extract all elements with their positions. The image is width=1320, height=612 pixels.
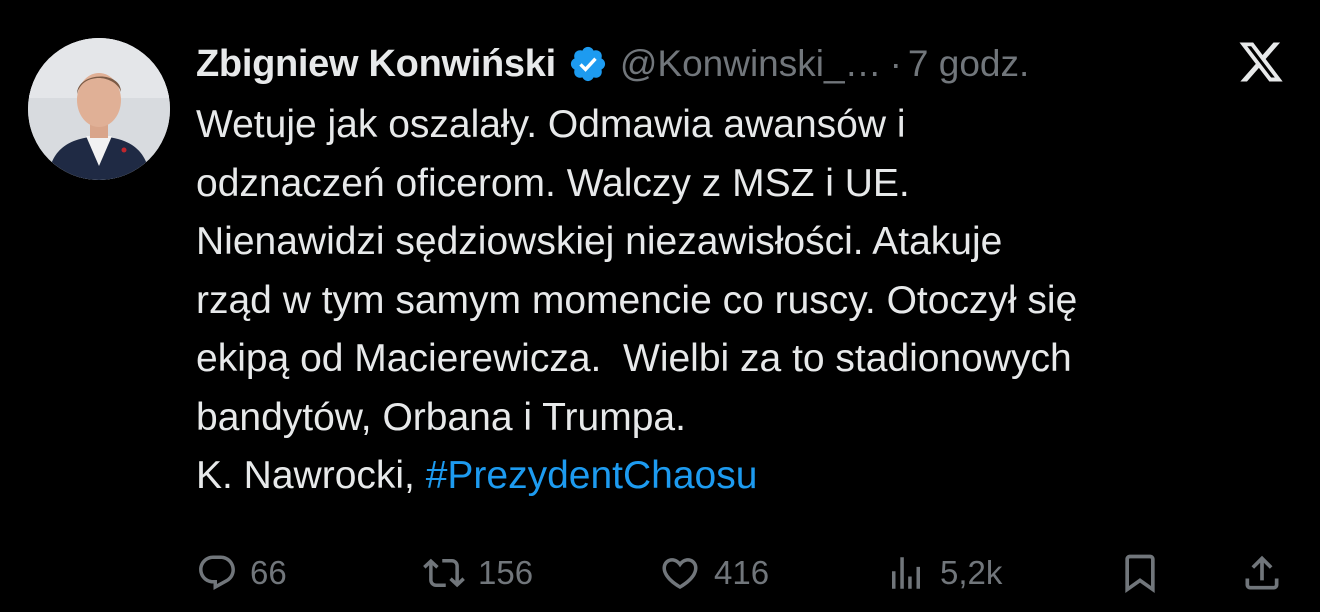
reply-count: 66 bbox=[250, 554, 287, 591]
views-count: 5,2k bbox=[940, 554, 1003, 591]
share-icon bbox=[1240, 551, 1284, 595]
tweet-line: ekipą od Macierewicza. Wielbi za to stad… bbox=[196, 337, 1072, 380]
tweet-line: odznaczeń oficerom. Walczy z MSZ i UE. bbox=[196, 161, 910, 205]
tweet[interactable]: Zbigniew Konwiński @Konwinski_… · 7 godz… bbox=[0, 0, 1320, 612]
repost-button[interactable]: 156 bbox=[422, 548, 533, 598]
tweet-line: rząd w tym samym momencie co ruscy. Otoc… bbox=[196, 278, 1078, 322]
x-logo-icon[interactable] bbox=[1236, 38, 1286, 86]
tweet-header: Zbigniew Konwiński @Konwinski_… · 7 godz… bbox=[196, 36, 1029, 92]
avatar-photo bbox=[28, 38, 170, 180]
tweet-line: Wetuje jak oszalały. Odmawia awansów i bbox=[196, 103, 906, 146]
action-bar: 66 156 416 5,2k bbox=[0, 548, 1320, 598]
tweet-line: Nienawidzi sędziowskiej niezawisłości. A… bbox=[196, 220, 1003, 263]
separator-dot: · bbox=[889, 43, 902, 84]
avatar[interactable] bbox=[28, 38, 170, 180]
share-button[interactable] bbox=[1240, 548, 1284, 598]
display-name[interactable]: Zbigniew Konwiński bbox=[196, 43, 556, 86]
timestamp[interactable]: 7 godz. bbox=[908, 43, 1029, 85]
verified-badge-icon[interactable] bbox=[568, 44, 608, 84]
hashtag-link[interactable]: #PrezydentChaosu bbox=[426, 454, 758, 497]
reply-icon bbox=[196, 552, 238, 594]
bookmark-button[interactable] bbox=[1118, 548, 1162, 598]
handle[interactable]: @Konwinski_… bbox=[620, 43, 882, 85]
heart-icon bbox=[658, 552, 702, 594]
reply-button[interactable]: 66 bbox=[196, 548, 287, 598]
tweet-line: bandytów, Orbana i Trumpa. bbox=[196, 395, 686, 439]
views-icon bbox=[884, 552, 928, 594]
signature: K. Nawrocki, bbox=[196, 454, 426, 497]
like-count: 416 bbox=[714, 554, 770, 591]
views-button[interactable]: 5,2k bbox=[884, 548, 1002, 598]
tweet-text: Wetuje jak oszalały. Odmawia awansów i o… bbox=[196, 96, 1296, 506]
repost-count: 156 bbox=[478, 554, 534, 591]
repost-icon bbox=[422, 552, 466, 594]
like-button[interactable]: 416 bbox=[658, 548, 769, 598]
tweet-signature-line: K. Nawrocki, #PrezydentChaosu bbox=[196, 447, 1296, 506]
bookmark-icon bbox=[1118, 551, 1162, 595]
